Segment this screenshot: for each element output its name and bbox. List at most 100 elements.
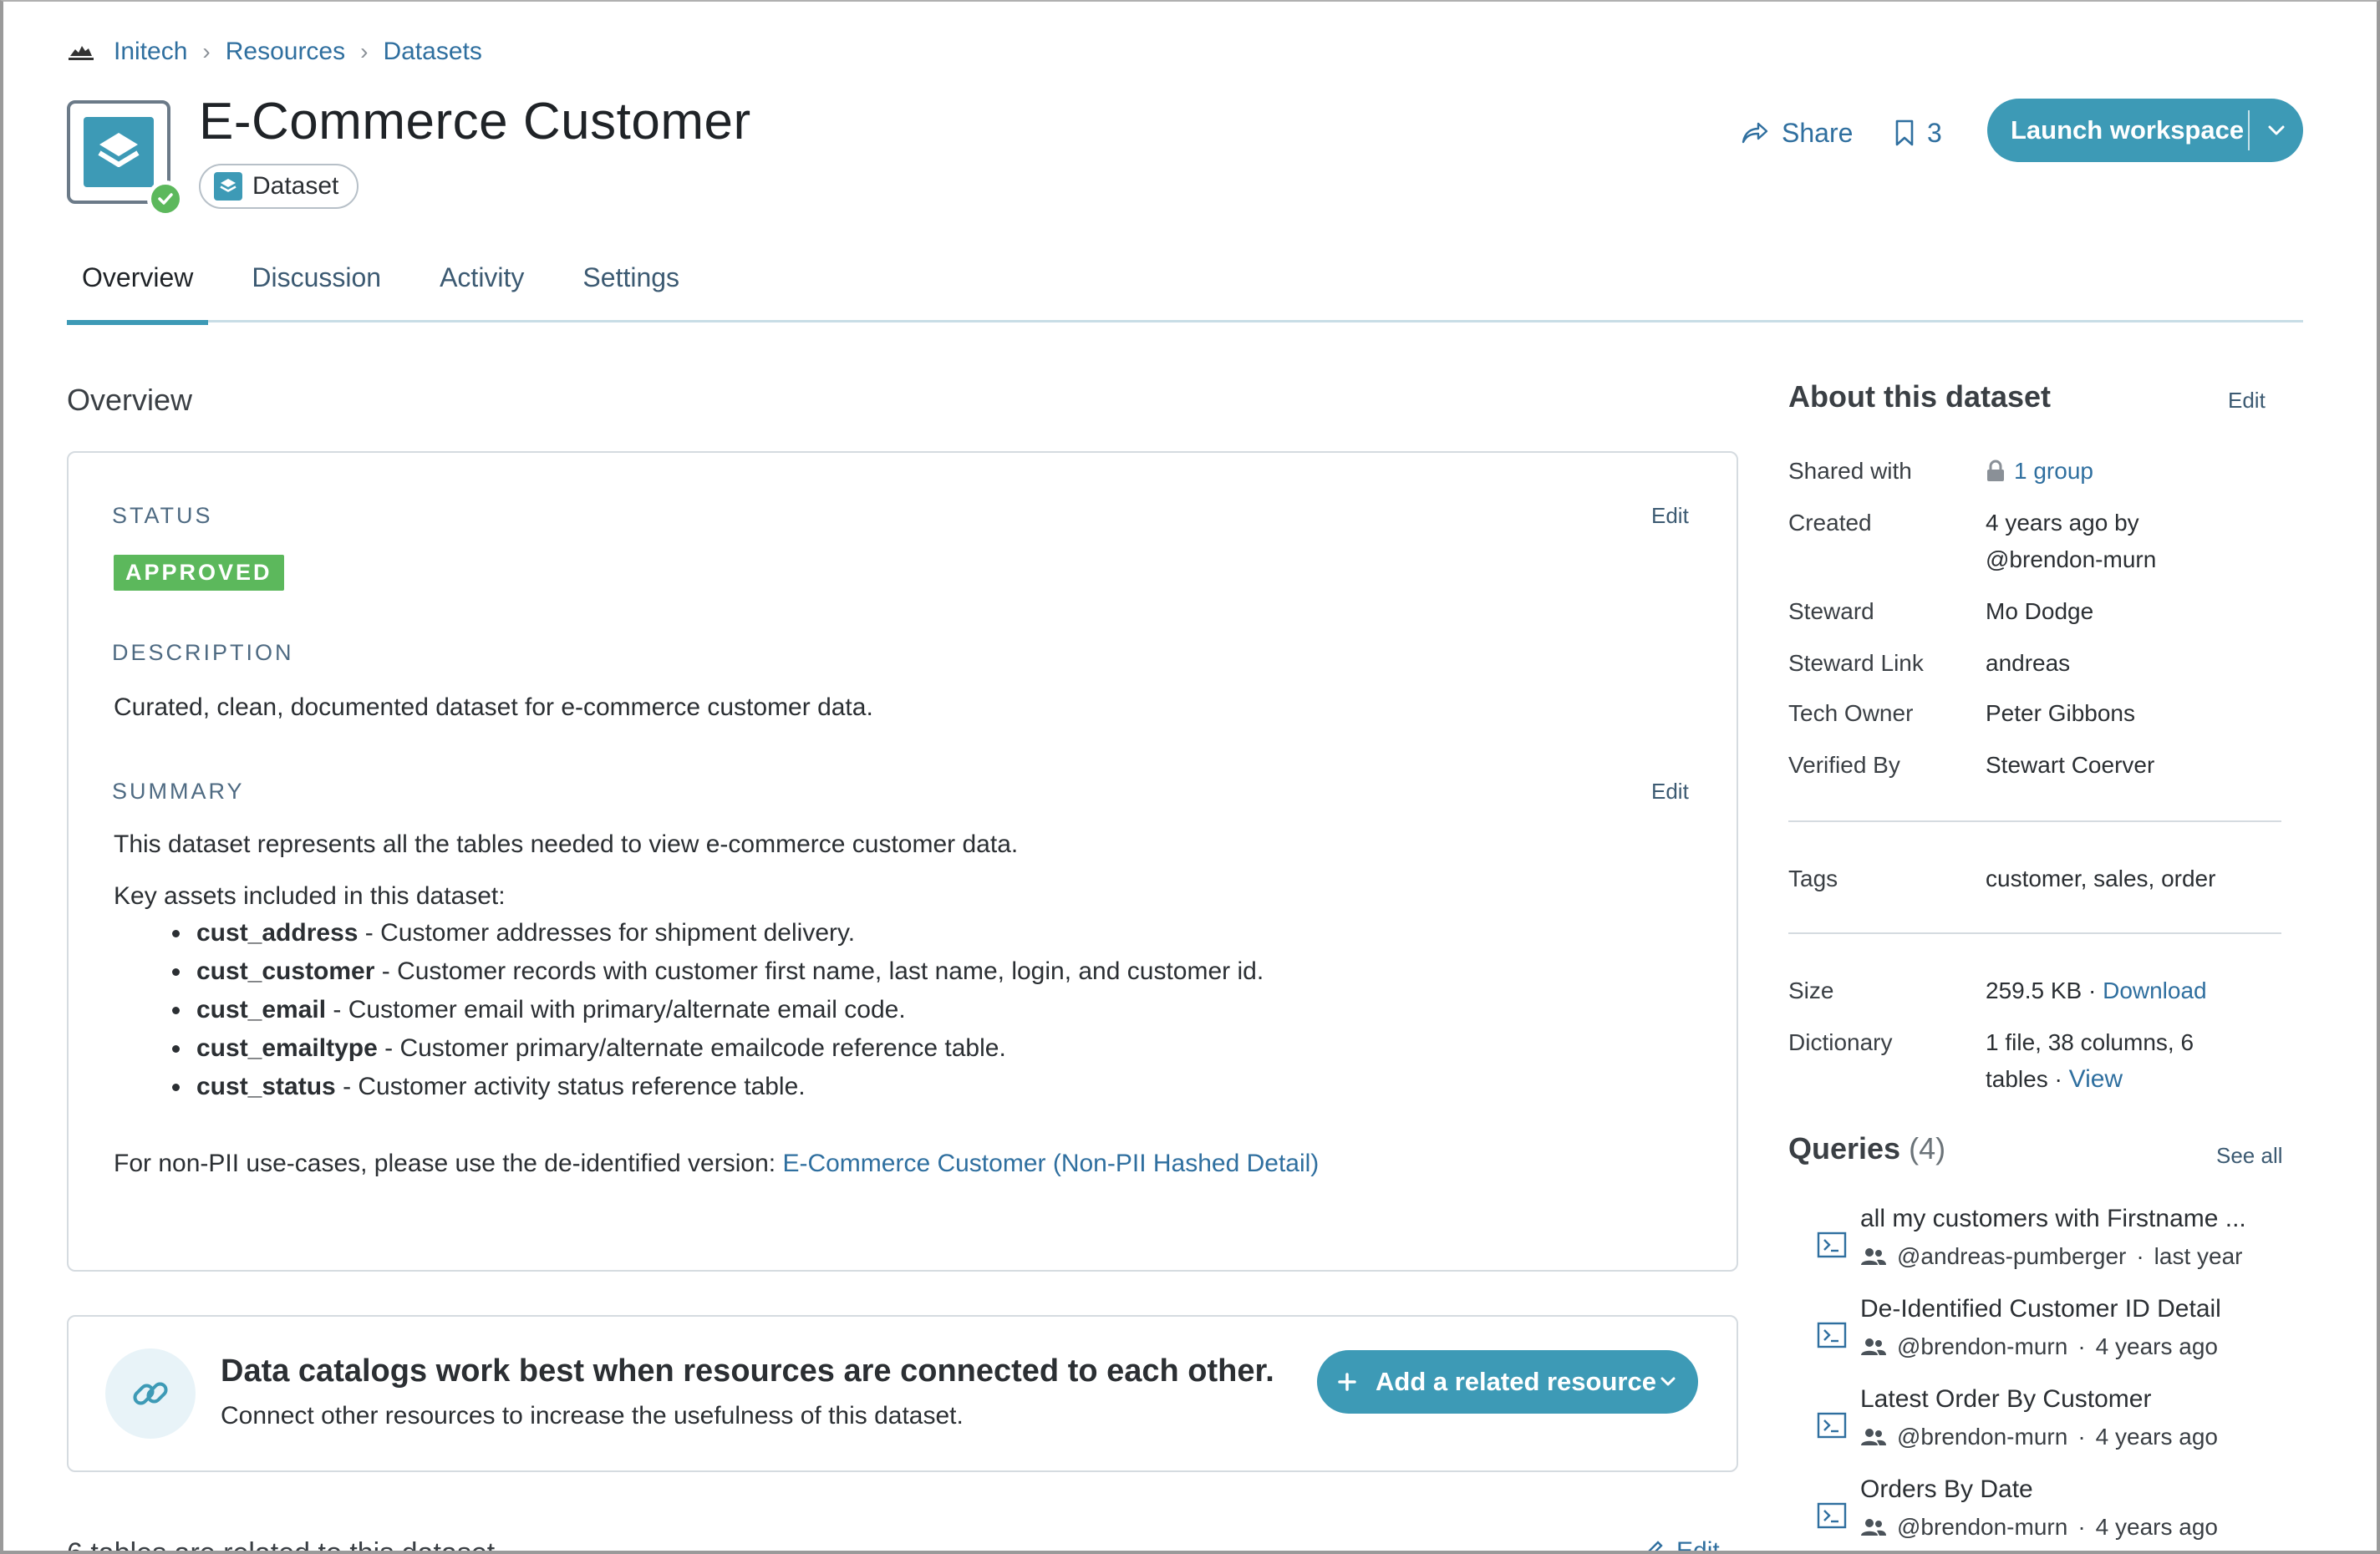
asset-desc: - Customer records with customer first n… [374, 957, 1264, 985]
query-title[interactable]: Orders By Date [1860, 1475, 2033, 1504]
summary-key-assets: Key assets included in this dataset: [114, 882, 506, 910]
asset-desc: - Customer addresses for shipment delive… [358, 919, 856, 947]
query-title[interactable]: all my customers with Firstname ... [1860, 1205, 2246, 1233]
status-label: STATUS [112, 503, 213, 528]
breadcrumb-datasets[interactable]: Datasets [383, 38, 481, 66]
query-title[interactable]: De-Identified Customer ID Detail [1860, 1295, 2221, 1323]
initech-logo-icon [69, 46, 94, 60]
download-link[interactable]: Download [2103, 978, 2207, 1003]
list-item: cust_email - Customer email with primary… [119, 991, 1264, 1029]
queries-heading-label: Queries [1788, 1131, 1901, 1166]
launch-workspace-button[interactable]: Launch workspace [1987, 99, 2303, 162]
related-tables-heading: 6 tables are related to this dataset [67, 1537, 496, 1554]
divider [1788, 932, 2281, 934]
status-edit-link[interactable]: Edit [1651, 503, 1689, 529]
dictionary-separator: · [2047, 1066, 2069, 1092]
steward-label: Steward [1788, 598, 1874, 624]
list-item: cust_emailtype - Customer primary/altern… [119, 1029, 1264, 1068]
type-pill-label: Dataset [252, 172, 339, 200]
chevron-down-icon [1660, 1377, 1676, 1387]
dictionary-line2: tables · View [1986, 1061, 2123, 1098]
tab-bar: Overview Discussion Activity Settings [67, 252, 2303, 325]
dot-separator: · [2077, 1424, 2086, 1450]
summary-edit-link[interactable]: Edit [1651, 779, 1689, 805]
dictionary-tables: tables [1986, 1066, 2048, 1092]
size-separator: · [2082, 978, 2103, 1003]
query-meta: @andreas-pumberger · last year [1860, 1243, 2243, 1270]
users-icon [1861, 1248, 1886, 1265]
dictionary-label: Dictionary [1788, 1029, 1893, 1055]
app-window: Initech › Resources › Datasets E-Commerc… [0, 0, 2380, 1554]
chevron-down-icon[interactable] [2250, 124, 2303, 136]
query-user[interactable]: @brendon-murn [1897, 1333, 2067, 1360]
shared-with-link[interactable]: 1 group [2014, 453, 2093, 490]
query-user[interactable]: @brendon-murn [1897, 1424, 2067, 1450]
about-edit-link[interactable]: Edit [2228, 388, 2266, 414]
plus-icon [1337, 1372, 1357, 1392]
link-icon [105, 1348, 196, 1439]
query-meta: @brendon-murn · 4 years ago [1860, 1424, 2218, 1450]
asset-name: cust_address [196, 919, 359, 947]
breadcrumb-resources[interactable]: Resources [226, 38, 345, 66]
asset-desc: - Customer email with primary/alternate … [326, 996, 906, 1023]
terminal-icon [1817, 1232, 1847, 1258]
query-title[interactable]: Latest Order By Customer [1860, 1385, 2151, 1414]
breadcrumb: Initech › Resources › Datasets [67, 33, 482, 70]
steward-link-label: Steward Link [1788, 650, 1924, 676]
dataset-layers-icon [214, 172, 242, 201]
list-item: cust_customer - Customer records with cu… [119, 952, 1264, 991]
dataset-layers-icon [84, 117, 154, 187]
non-pii-link[interactable]: E-Commerce Customer (Non-PII Hashed Deta… [782, 1150, 1319, 1177]
queries-see-all-link[interactable]: See all [2216, 1143, 2283, 1169]
tags-label: Tags [1788, 866, 1838, 891]
dataset-avatar [67, 100, 184, 217]
tab-overview[interactable]: Overview [67, 252, 209, 325]
size-value: 259.5 KB [1986, 978, 2082, 1003]
breadcrumb-separator-icon: › [360, 38, 369, 64]
tab-settings[interactable]: Settings [567, 252, 694, 322]
pencil-icon [1648, 1541, 1663, 1551]
dot-separator: · [2077, 1514, 2086, 1540]
share-button[interactable]: Share [1740, 112, 1853, 154]
query-time: 4 years ago [2095, 1424, 2218, 1450]
steward-link-value: andreas [1986, 650, 2071, 676]
asset-name: cust_customer [196, 957, 375, 985]
users-icon [1861, 1519, 1886, 1536]
description-label: DESCRIPTION [112, 640, 294, 665]
dot-separator: · [2136, 1243, 2144, 1269]
about-heading: About this dataset [1788, 379, 2052, 414]
terminal-icon [1817, 1322, 1847, 1348]
size-label: Size [1788, 978, 1834, 1003]
query-user[interactable]: @andreas-pumberger [1897, 1243, 2126, 1270]
bookmark-icon [1895, 119, 1914, 146]
asset-name: cust_emailtype [196, 1034, 378, 1062]
add-related-resource-button[interactable]: Add a related resource [1317, 1350, 1698, 1414]
query-item[interactable]: De-Identified Customer ID Detail @brendo… [1813, 1295, 2298, 1379]
divider [1788, 820, 2281, 822]
tab-activity[interactable]: Activity [425, 252, 539, 322]
shared-with-value[interactable]: 1 group [1986, 453, 2093, 490]
queries-heading: Queries (4) [1788, 1131, 1945, 1166]
dictionary-view-link[interactable]: View [2069, 1065, 2123, 1093]
created-value: 4 years ago by [1986, 510, 2139, 536]
lock-icon [1987, 460, 2004, 481]
query-item[interactable]: all my customers with Firstname ... @and… [1813, 1205, 2298, 1288]
description-text: Curated, clean, documented dataset for e… [114, 693, 873, 721]
created-label: Created [1788, 510, 1872, 536]
tab-discussion[interactable]: Discussion [236, 252, 396, 322]
asset-desc: - Customer activity status reference tab… [335, 1073, 806, 1100]
query-user[interactable]: @brendon-murn [1897, 1514, 2067, 1541]
query-item[interactable]: Latest Order By Customer @brendon-murn ·… [1813, 1385, 2298, 1469]
related-resource-card: Data catalogs work best when resources a… [67, 1315, 1738, 1472]
tags-value[interactable]: customer, sales, order [1986, 861, 2215, 897]
asset-name: cust_email [196, 996, 327, 1023]
query-item[interactable]: Orders By Date @brendon-murn · 4 years a… [1813, 1475, 2298, 1551]
tech-owner-label: Tech Owner [1788, 700, 1914, 726]
tech-owner-value: Peter Gibbons [1986, 700, 2135, 726]
bookmark-button[interactable]: 3 [1894, 112, 1942, 154]
related-tables-edit-link[interactable]: Edit [1641, 1537, 1720, 1551]
users-icon [1861, 1429, 1886, 1445]
created-by-link[interactable]: @brendon-murn [1986, 541, 2156, 578]
query-meta: @brendon-murn · 4 years ago [1860, 1514, 2218, 1541]
breadcrumb-initech[interactable]: Initech [114, 38, 187, 66]
